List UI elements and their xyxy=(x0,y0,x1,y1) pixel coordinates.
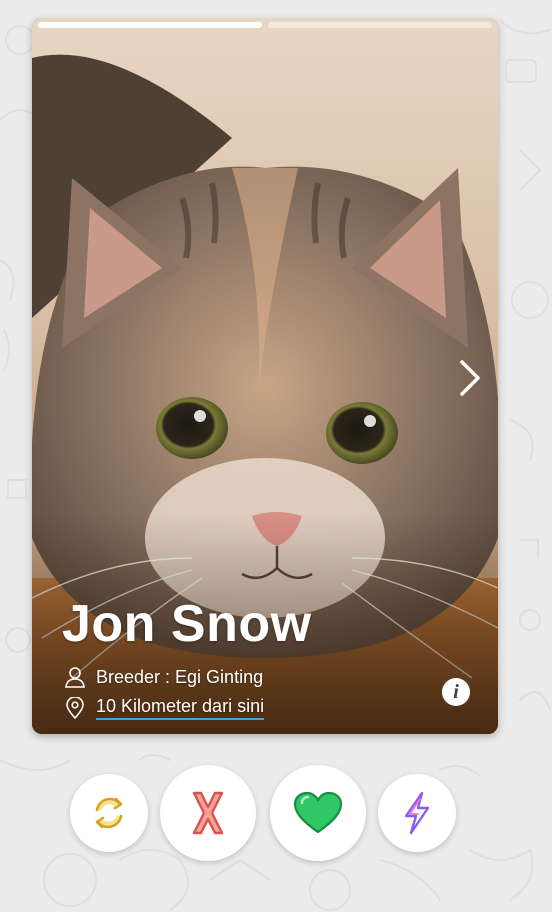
breeder-row: Breeder : Egi Ginting xyxy=(64,666,263,688)
boost-button[interactable] xyxy=(378,774,456,852)
info-icon: i xyxy=(453,681,459,703)
nope-button[interactable] xyxy=(160,765,256,861)
progress-segment-active[interactable] xyxy=(38,22,262,28)
x-icon xyxy=(192,791,224,835)
progress-segment[interactable] xyxy=(268,22,492,28)
profile-card[interactable]: Jon Snow Breeder : Egi Ginting 10 Kilome… xyxy=(32,18,498,734)
heart-icon xyxy=(293,791,343,834)
photo-progress xyxy=(38,22,492,28)
chevron-right-icon[interactable] xyxy=(456,358,484,398)
like-button[interactable] xyxy=(270,765,366,861)
pet-name: Jon Snow xyxy=(62,595,312,653)
info-button[interactable]: i xyxy=(442,678,470,706)
rewind-icon xyxy=(95,797,123,829)
rewind-button[interactable] xyxy=(70,774,148,852)
breeder-label: Breeder : Egi Ginting xyxy=(96,666,264,687)
distance-link[interactable]: 10 Kilometer dari sini xyxy=(96,696,265,720)
person-icon xyxy=(65,667,85,688)
location-pin-icon xyxy=(66,697,84,719)
distance-row: 10 Kilometer dari sini xyxy=(64,696,265,720)
lightning-icon xyxy=(404,791,430,835)
